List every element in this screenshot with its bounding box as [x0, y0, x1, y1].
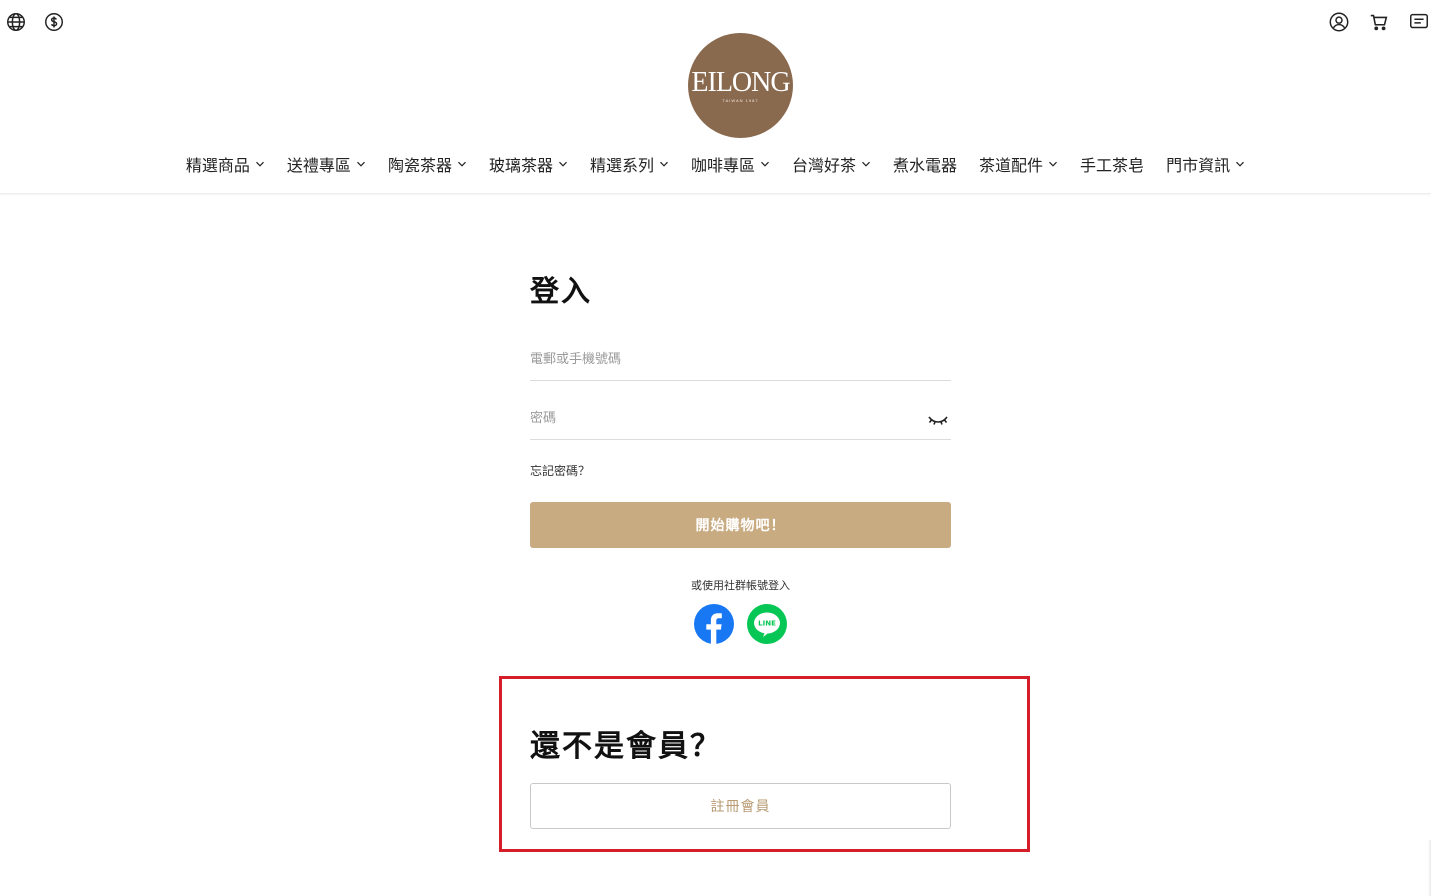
line-icon[interactable]: LINE: [747, 604, 787, 644]
nav-item-label: 門市資訊: [1166, 156, 1231, 175]
social-login-label: 或使用社群帳號登入: [691, 579, 790, 592]
register-button[interactable]: 註冊會員: [530, 783, 951, 829]
nav-item[interactable]: 精選系列: [590, 152, 669, 176]
chevron-down-icon: [660, 161, 668, 167]
topbar-left: [4, 10, 66, 34]
chevron-down-icon: [761, 161, 769, 167]
user-icon[interactable]: [1327, 10, 1351, 34]
nav-item-label: 台灣好茶: [792, 156, 857, 175]
nav-item[interactable]: 送禮專區: [287, 152, 366, 176]
password-field: [530, 399, 951, 440]
logo-subtext: TAIWAN 1987: [722, 97, 759, 103]
social-login-buttons: LINE: [694, 604, 787, 644]
register-title: 還不是會員？: [530, 729, 722, 764]
nav-item[interactable]: 煮水電器: [893, 152, 957, 176]
line-icon-label: LINE: [758, 620, 776, 628]
chevron-down-icon: [559, 161, 567, 167]
nav-item-label: 茶道配件: [979, 156, 1044, 175]
facebook-icon[interactable]: [694, 604, 734, 644]
nav-item-label: 煮水電器: [893, 156, 958, 175]
password-input[interactable]: [530, 399, 910, 437]
nav-item[interactable]: 咖啡專區: [691, 152, 770, 176]
nav-item[interactable]: 門市資訊: [1166, 152, 1245, 176]
account-input[interactable]: [530, 340, 910, 378]
nav-item[interactable]: 手工茶皂: [1080, 152, 1144, 176]
topbar-right: [1327, 10, 1431, 34]
message-icon[interactable]: [1407, 10, 1431, 34]
site-logo[interactable]: EILONG TAIWAN 1987: [688, 33, 793, 138]
nav-item[interactable]: 精選商品: [186, 152, 265, 176]
cart-icon[interactable]: [1367, 10, 1391, 34]
nav-item[interactable]: 茶道配件: [979, 152, 1058, 176]
login-title: 登入: [530, 274, 593, 308]
logo-text: EILONG: [691, 66, 790, 98]
chevron-down-icon: [255, 161, 264, 167]
eye-closed-icon[interactable]: [927, 411, 949, 427]
chevron-down-icon: [357, 161, 365, 167]
nav-item-label: 精選商品: [185, 156, 250, 175]
nav-item[interactable]: 台灣好茶: [792, 152, 871, 176]
login-submit-button[interactable]: 開始購物吧！: [530, 502, 951, 548]
nav-item[interactable]: 陶瓷茶器: [388, 152, 467, 176]
main-nav: 精選商品 送禮專區 陶瓷茶器 玻璃茶器 精選系列 咖啡專區 台灣好茶 煮水電器 茶道配件 手工茶皂…: [0, 152, 1431, 176]
nav-item-label: 玻璃茶器: [488, 156, 553, 175]
chevron-down-icon: [1236, 161, 1245, 167]
chevron-down-icon: [458, 161, 466, 167]
nav-item-label: 陶瓷茶器: [387, 156, 452, 175]
nav-item-label: 精選系列: [589, 156, 654, 175]
currency-icon[interactable]: [42, 10, 66, 34]
globe-icon[interactable]: [4, 10, 28, 34]
chevron-down-icon: [862, 161, 870, 167]
nav-item[interactable]: 玻璃茶器: [489, 152, 568, 176]
chevron-down-icon: [1049, 161, 1057, 167]
header-divider: [0, 193, 1431, 196]
nav-item-label: 咖啡專區: [690, 156, 755, 175]
account-field: [530, 340, 951, 381]
nav-item-label: 送禮專區: [286, 156, 351, 175]
nav-item-label: 手工茶皂: [1080, 156, 1145, 175]
forgot-password-link[interactable]: 忘記密碼？: [530, 462, 590, 479]
